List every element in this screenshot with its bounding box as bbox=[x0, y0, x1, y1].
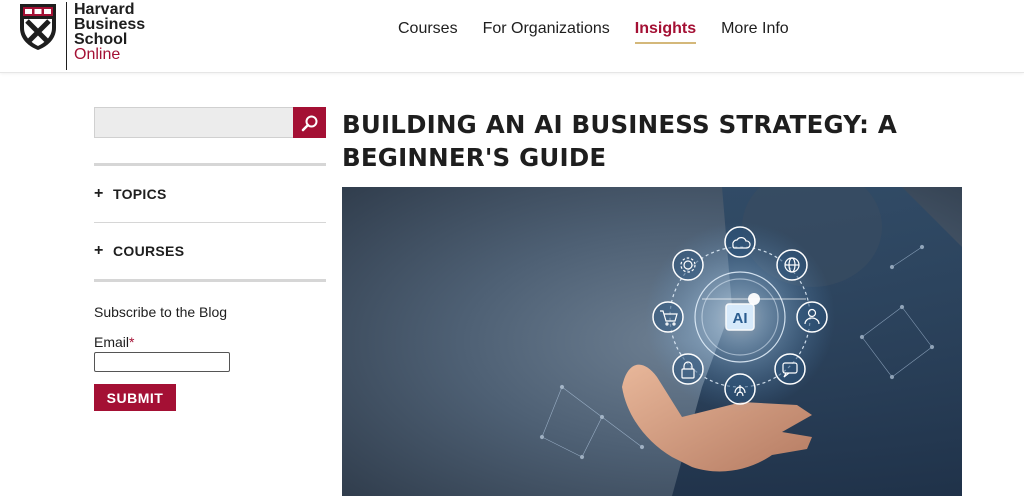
email-label-text: Email bbox=[94, 334, 130, 350]
hbs-online-logo[interactable]: Harvard Business School Online bbox=[18, 2, 145, 70]
accordion-courses-label: COURSES bbox=[113, 243, 185, 259]
logo-wordmark: Harvard Business School Online bbox=[74, 1, 164, 63]
search-button[interactable] bbox=[293, 107, 326, 138]
plus-icon: + bbox=[94, 185, 104, 202]
nav-more-info[interactable]: More Info bbox=[721, 20, 789, 44]
nav-for-organizations[interactable]: For Organizations bbox=[483, 20, 610, 44]
nav-insights[interactable]: Insights bbox=[634, 20, 697, 44]
accordion-topics-label: TOPICS bbox=[113, 186, 167, 202]
logo-line-harvard: Harvard bbox=[74, 1, 135, 18]
logo-line-online: Online bbox=[74, 46, 121, 63]
article-title: BUILDING AN AI BUSINESS STRATEGY: A BEGI… bbox=[342, 110, 897, 172]
search-box bbox=[94, 107, 326, 138]
search-input[interactable] bbox=[95, 108, 293, 137]
logo-divider bbox=[66, 2, 67, 70]
main-nav: Courses For Organizations Insights More … bbox=[398, 20, 789, 44]
submit-button[interactable]: SUBMIT bbox=[94, 384, 176, 411]
logo-line-business: Business bbox=[74, 16, 146, 33]
hbs-shield-icon bbox=[20, 4, 56, 50]
sidebar-divider bbox=[94, 163, 326, 166]
site-header: Harvard Business School Online Courses F… bbox=[0, 0, 1024, 73]
ai-chip-label: AI bbox=[733, 310, 748, 327]
plus-icon: + bbox=[94, 242, 104, 259]
email-label: Email* bbox=[94, 334, 134, 350]
search-icon bbox=[301, 115, 317, 131]
accordion-topics[interactable]: + TOPICS bbox=[94, 185, 167, 203]
email-field[interactable] bbox=[94, 352, 230, 372]
required-asterisk: * bbox=[129, 334, 135, 350]
sidebar-divider bbox=[94, 222, 326, 223]
ai-hand-illustration: AI bbox=[342, 187, 962, 496]
accordion-courses[interactable]: + COURSES bbox=[94, 242, 184, 260]
logo-line-school: School bbox=[74, 31, 128, 48]
nav-courses[interactable]: Courses bbox=[398, 20, 458, 44]
subscribe-title: Subscribe to the Blog bbox=[94, 304, 228, 320]
sidebar-divider bbox=[94, 279, 326, 282]
hero-image: AI bbox=[342, 187, 962, 496]
